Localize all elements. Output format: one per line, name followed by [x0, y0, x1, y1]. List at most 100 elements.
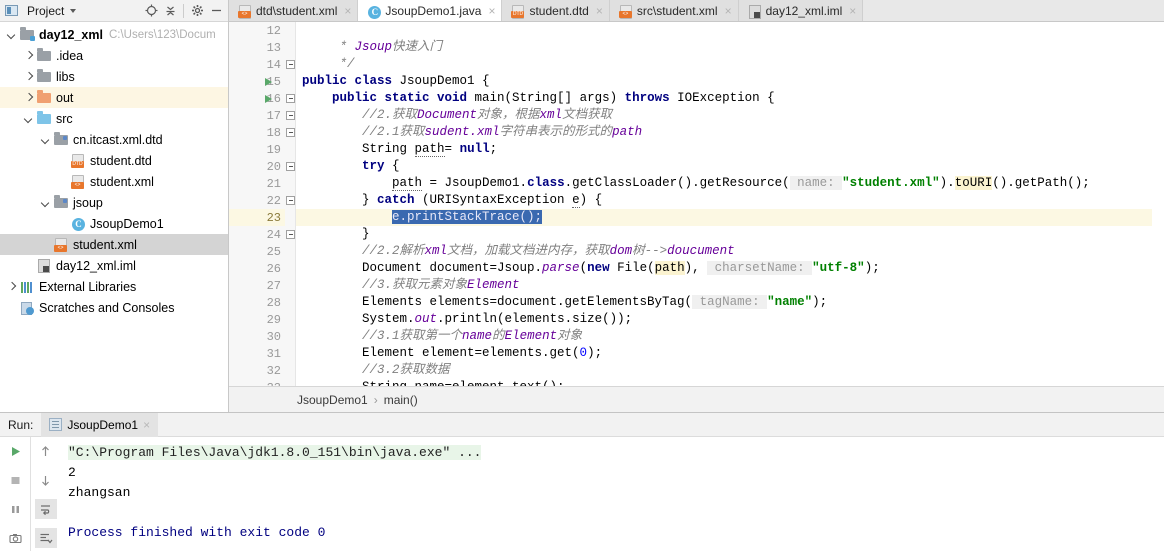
fold-column[interactable]: [285, 22, 296, 386]
chevron-right-icon[interactable]: [6, 281, 17, 292]
tree-item-day12_xml[interactable]: day12_xml C:\Users\123\Docum: [0, 24, 228, 45]
code-line[interactable]: e.printStackTrace();: [296, 209, 1164, 226]
code-line[interactable]: public static void main(String[] args) t…: [296, 90, 1164, 107]
code-token: ),: [684, 261, 708, 275]
code-line[interactable]: //3.1获取第一个name的Element对象: [296, 328, 1164, 345]
code-line[interactable]: //2.2解析xml文档，加载文档进内存，获取dom树-->doucument: [296, 243, 1164, 260]
code-line[interactable]: //3.2获取数据: [296, 362, 1164, 379]
tree-item-student-dtd[interactable]: DTD student.dtd: [0, 150, 228, 171]
close-icon[interactable]: ×: [596, 4, 603, 18]
minimize-icon[interactable]: [208, 3, 224, 19]
code-content[interactable]: * Jsoup快速入门 */public class JsoupDemo1 { …: [296, 22, 1164, 386]
chevron-right-icon[interactable]: [23, 92, 34, 103]
code-line[interactable]: * Jsoup快速入门: [296, 39, 1164, 56]
rerun-icon[interactable]: [4, 441, 26, 461]
code-line[interactable]: Document document=Jsoup.parse(new File(p…: [296, 260, 1164, 277]
code-line[interactable]: */: [296, 56, 1164, 73]
code-editor[interactable]: 12 13 14 15 16 17 18 19 20 21 22 23 24 25 26 27 28 29 30 31…: [229, 22, 1164, 386]
tree-item-libs[interactable]: libs: [0, 66, 228, 87]
code-line[interactable]: Elements elements=document.getElementsBy…: [296, 294, 1164, 311]
project-tree[interactable]: day12_xml C:\Users\123\Docum .idea libs out s…: [0, 22, 228, 412]
code-line[interactable]: System.out.println(elements.size());: [296, 311, 1164, 328]
tree-item-day12_xml-iml[interactable]: day12_xml.iml: [0, 255, 228, 276]
chevron-down-icon[interactable]: [70, 8, 77, 13]
console-scrollbar[interactable]: [1152, 437, 1164, 551]
breadcrumb-class[interactable]: JsoupDemo1: [297, 393, 368, 407]
chevron-down-icon[interactable]: [23, 113, 34, 124]
fold-handle[interactable]: [286, 124, 295, 141]
editor-tab-dtd-student-xml[interactable]: <> dtd\student.xml ×: [229, 0, 359, 21]
file-class-icon: C: [366, 4, 382, 19]
run-gutter-icon[interactable]: [262, 73, 275, 90]
tree-item-external-libraries[interactable]: External Libraries: [0, 276, 228, 297]
gear-icon[interactable]: [189, 3, 205, 19]
close-icon[interactable]: ×: [488, 4, 495, 18]
chevron-down-icon[interactable]: [6, 29, 17, 40]
tree-item-src[interactable]: src: [0, 108, 228, 129]
editor-tab-day12_xml-iml[interactable]: day12_xml.iml ×: [738, 0, 864, 21]
line-number: 16: [266, 91, 281, 106]
code-line[interactable]: //2.获取Document对象，根据xml文档获取: [296, 107, 1164, 124]
project-icon: [4, 3, 19, 18]
code-line[interactable]: //3.获取元素对象Element: [296, 277, 1164, 294]
editor-gutter[interactable]: 12 13 14 15 16 17 18 19 20 21 22 23 24 25 26 27 28 29 30 31…: [229, 22, 285, 386]
locate-icon[interactable]: [143, 3, 159, 19]
fold-handle[interactable]: [286, 90, 295, 107]
editor-tab-student-dtd[interactable]: DTD student.dtd ×: [502, 0, 610, 21]
tree-item-student-xml[interactable]: <> student.xml: [0, 171, 228, 192]
down-arrow-icon[interactable]: [35, 470, 57, 490]
pause-icon[interactable]: [4, 499, 26, 519]
tree-item-label: student.xml: [90, 174, 154, 189]
fold-handle[interactable]: [286, 107, 295, 124]
tree-item--idea[interactable]: .idea: [0, 45, 228, 66]
console-output[interactable]: "C:\Program Files\Java\jdk1.8.0_151\bin\…: [60, 437, 1164, 551]
code-line[interactable]: public class JsoupDemo1 {: [296, 73, 1164, 90]
code-line[interactable]: path = JsoupDemo1.class.getClassLoader()…: [296, 175, 1164, 192]
code-line[interactable]: //2.1获取sudent.xml字符串表示的形式的path: [296, 124, 1164, 141]
camera-icon[interactable]: [4, 528, 26, 548]
tree-item-cn-itcast-xml-dtd[interactable]: cn.itcast.xml.dtd: [0, 129, 228, 150]
code-line[interactable]: String path= null;: [296, 141, 1164, 158]
breadcrumb-method[interactable]: main(): [384, 393, 418, 407]
run-tab[interactable]: JsoupDemo1 ×: [41, 412, 159, 437]
code-token: tagName:: [692, 295, 768, 309]
code-token: String: [302, 142, 415, 156]
tree-item-jsoupdemo1[interactable]: C JsoupDemo1: [0, 213, 228, 234]
close-icon[interactable]: ×: [849, 4, 856, 18]
close-icon[interactable]: ×: [143, 418, 150, 432]
collapse-all-icon[interactable]: [162, 3, 178, 19]
tree-item-label: out: [56, 90, 74, 105]
tree-item-student-xml[interactable]: <> student.xml: [0, 234, 228, 255]
chevron-right-icon[interactable]: [23, 71, 34, 82]
editor-tab-src-student-xml[interactable]: <> src\student.xml ×: [609, 0, 739, 21]
run-gutter-icon[interactable]: [262, 90, 275, 107]
code-token: 文档，加载文档进内存，获取: [447, 244, 610, 258]
code-line[interactable]: } catch (URISyntaxException e) {: [296, 192, 1164, 209]
stop-icon[interactable]: [4, 470, 26, 490]
tree-item-jsoup[interactable]: jsoup: [0, 192, 228, 213]
code-token: //3.1获取第一个: [302, 329, 463, 343]
fold-handle[interactable]: [286, 56, 295, 73]
project-title-button[interactable]: Project: [4, 3, 77, 18]
fold-handle[interactable]: [286, 158, 295, 175]
editor-tab-jsoupdemo1-java[interactable]: C JsoupDemo1.java ×: [358, 0, 503, 21]
chevron-down-icon[interactable]: [40, 197, 51, 208]
close-icon[interactable]: ×: [725, 4, 732, 18]
code-line[interactable]: String name=element.text();: [296, 379, 1164, 386]
tree-item-scratches-and-consoles[interactable]: Scratches and Consoles: [0, 297, 228, 318]
chevron-right-icon[interactable]: [23, 50, 34, 61]
chevron-down-icon[interactable]: [40, 134, 51, 145]
code-line[interactable]: Element element=elements.get(0);: [296, 345, 1164, 362]
tree-item-label: student.dtd: [90, 153, 152, 168]
scroll-to-end-icon[interactable]: [34, 528, 57, 548]
close-icon[interactable]: ×: [344, 4, 351, 18]
code-line[interactable]: }: [296, 226, 1164, 243]
soft-wrap-icon[interactable]: [34, 499, 57, 519]
fold-handle[interactable]: [286, 226, 295, 243]
code-line[interactable]: [296, 22, 1164, 39]
code-line[interactable]: try {: [296, 158, 1164, 175]
fold-handle[interactable]: [286, 192, 295, 209]
tree-item-out[interactable]: out: [0, 87, 228, 108]
editor-scrollbar[interactable]: [1152, 22, 1164, 386]
up-arrow-icon[interactable]: [35, 441, 57, 461]
